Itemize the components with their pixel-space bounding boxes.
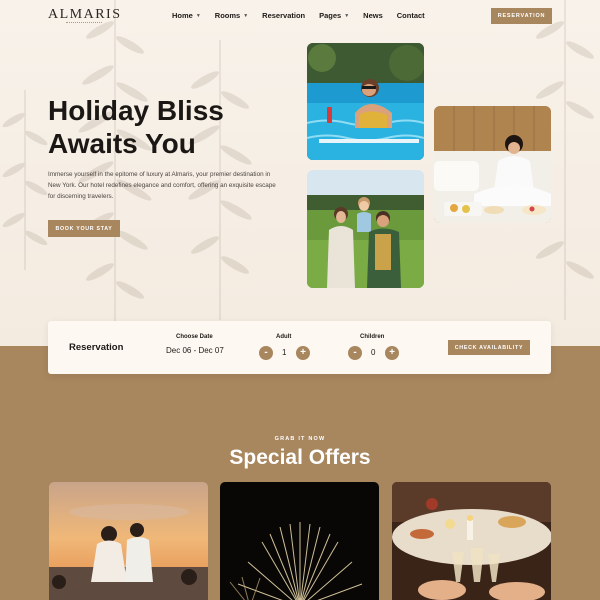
- reservation-button[interactable]: RESERVATION: [491, 8, 552, 24]
- offers-title: Special Offers: [229, 446, 371, 469]
- nav-item-contact[interactable]: Contact: [397, 11, 425, 20]
- chevron-down-icon: ▼: [344, 12, 350, 19]
- fern-decoration-icon: [78, 0, 152, 330]
- nav-item-pages[interactable]: Pages ▼: [319, 11, 349, 20]
- logo-underline: [66, 22, 102, 24]
- children-count: 0: [371, 348, 376, 357]
- adult-label: Adult: [276, 334, 292, 340]
- nav-item-label: Reservation: [262, 11, 306, 20]
- brand-logo[interactable]: ALMARIS: [48, 7, 122, 23]
- reservation-bar: Reservation Choose Date Dec 06 - Dec 07 …: [48, 321, 551, 374]
- pool-photo: [307, 43, 424, 160]
- chevron-down-icon: ▼: [195, 12, 201, 19]
- adult-count: 1: [282, 348, 287, 357]
- children-decrement-button[interactable]: -: [348, 346, 362, 360]
- hero-description: Immerse yourself in the epitome of luxur…: [48, 171, 276, 200]
- family-photo: [307, 170, 424, 288]
- nav-item-reservation[interactable]: Reservation: [262, 11, 305, 20]
- chevron-down-icon: ▼: [243, 12, 249, 19]
- offer-card-fireworks[interactable]: [220, 482, 379, 600]
- check-availability-button[interactable]: CHECK AVAILABILITY: [448, 340, 530, 355]
- children-increment-button[interactable]: +: [385, 346, 399, 360]
- offer-card-dinner[interactable]: [392, 482, 551, 600]
- fern-decoration-icon: [2, 90, 48, 270]
- nav-item-rooms[interactable]: Rooms ▼: [215, 11, 248, 20]
- nav-item-home[interactable]: Home ▼: [172, 11, 201, 20]
- nav-item-news[interactable]: News: [363, 11, 383, 20]
- hero-headline-line-1: Holiday Bliss: [48, 95, 224, 126]
- breakfast-in-bed-photo: [434, 106, 551, 223]
- adult-decrement-button[interactable]: -: [259, 346, 273, 360]
- hero-headline-line-2: Awaits You: [48, 128, 196, 159]
- adult-increment-button[interactable]: +: [296, 346, 310, 360]
- children-label: Children: [360, 334, 385, 340]
- main-menu: Home ▼ Rooms ▼ Reservation Pages ▼ News …: [172, 11, 425, 20]
- top-navigation: ALMARIS Home ▼ Rooms ▼ Reservation Pages…: [0, 0, 600, 34]
- nav-item-label: Rooms: [214, 11, 241, 20]
- nav-item-label: Home: [172, 11, 193, 20]
- nav-item-label: Pages: [319, 11, 342, 20]
- hero-headline: Holiday Bliss Awaits You: [48, 94, 288, 160]
- hero-section: ALMARIS Home ▼ Rooms ▼ Reservation Pages…: [0, 0, 600, 346]
- book-your-stay-button[interactable]: BOOK YOUR STAY: [48, 220, 120, 237]
- choose-date-label: Choose Date: [176, 334, 213, 340]
- date-range-picker[interactable]: Dec 06 - Dec 07: [166, 346, 224, 355]
- reservation-title: Reservation: [69, 342, 124, 353]
- nav-item-label: Contact: [396, 11, 425, 20]
- nav-item-label: News: [363, 11, 383, 20]
- offers-eyebrow: GRAB IT NOW: [274, 436, 326, 442]
- offer-card-beach[interactable]: [49, 482, 208, 600]
